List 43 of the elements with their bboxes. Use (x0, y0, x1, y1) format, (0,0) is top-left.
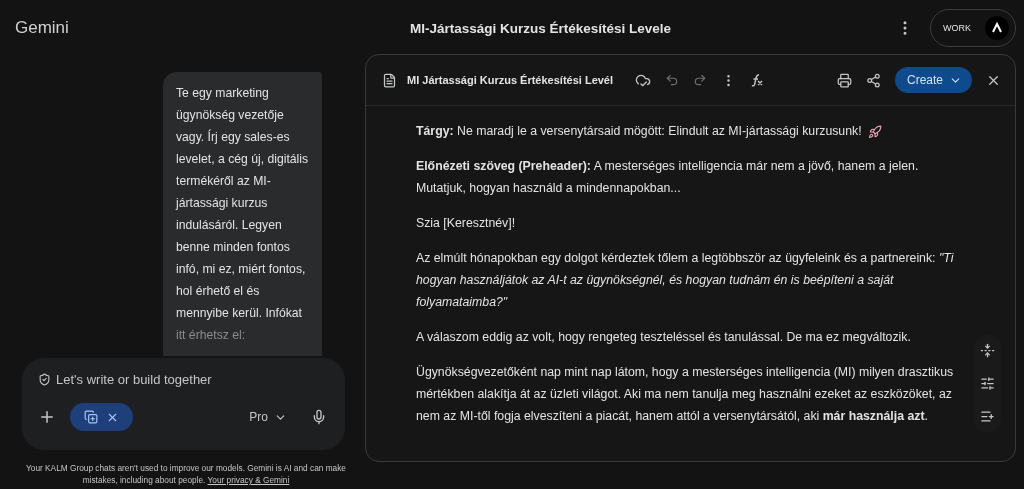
disclaimer-text: Your KALM Group chats aren't used to improve our models. Gemini is AI and can make mistakes, including about people. Your privacy & Gemini (25, 462, 347, 486)
collapse-icon[interactable] (980, 343, 995, 358)
document-paragraph: Ügynökségvezetőként nap mint nap látom, hogy a mesterséges intelligencia (MI) milyen drasztikus mértékben alakítja át az üzleti világot. Aki ma nem tanulja meg használni ezeket az eszközöket, az nem az MI-től fogja elveszíteni a piacát, hanem attól a versenytársától, aki már használja azt. (416, 364, 955, 425)
mode-selector[interactable]: Pro (243, 409, 293, 425)
avatar-icon (985, 16, 1009, 40)
message-line: vagy. Írj egy sales-es (176, 128, 291, 146)
message-line: benne minden fontos (176, 239, 291, 256)
document-icon (382, 72, 397, 88)
document-paragraph: A válaszom eddig az volt, hogy rengeteg teszteléssel és tanulással. De ma ez megváltozik. (416, 329, 912, 346)
redo-icon[interactable] (693, 73, 708, 87)
canvas-icon (84, 410, 98, 424)
add-icon[interactable] (38, 408, 56, 426)
app-name: Gemini (14, 17, 70, 39)
undo-icon[interactable] (665, 73, 680, 87)
function-icon[interactable] (750, 73, 765, 87)
print-icon[interactable] (836, 72, 852, 88)
sliders-icon[interactable] (980, 376, 995, 391)
input-placeholder: Let's write or build together (56, 372, 212, 387)
document-paragraph: Szia [Keresztnév]! (416, 215, 517, 232)
cloud-icon (635, 72, 652, 88)
share-icon[interactable] (865, 72, 881, 88)
rocket-icon (867, 124, 882, 139)
document-paragraph: Tárgy: Ne maradj le a versenytársaid mögött: Elindult az MI-jártassági kurzusunk! (416, 120, 956, 142)
privacy-link[interactable]: Your privacy & Gemini (207, 475, 290, 485)
document-title: MI Jártassági Kurzus Értékesítési Levél (407, 74, 614, 86)
message-line: indulásáról. Legyen (176, 217, 283, 234)
conversation-title: MI-Jártassági Kurzus Értékesítési Levele (410, 20, 673, 36)
message-line: mennyibe kerül. Infókat (176, 305, 303, 322)
message-line: infó, mi ez, miért fontos, (176, 261, 304, 278)
message-line: Te egy marketing (176, 85, 270, 102)
shield-icon (38, 373, 51, 386)
message-line: itt érhetsz el: (176, 327, 247, 344)
message-line: jártassági kurzus (176, 195, 269, 212)
add-note-icon[interactable] (980, 409, 995, 424)
tool-chip[interactable] (70, 403, 133, 431)
message-line: termékéről az MI- (176, 173, 272, 190)
document-paragraph: Előnézeti szöveg (Preheader): A mesterséges intelligencia már nem a jövő, hanem a jelen. Mutatjuk, hogyan használd a mindennapokban... (416, 158, 920, 197)
microphone-icon[interactable] (311, 409, 327, 425)
create-button[interactable]: Create (894, 67, 972, 93)
message-line: hol érhető el és (176, 283, 261, 300)
message-line: ügynökség vezetője (176, 107, 285, 124)
document-paragraph: Az elmúlt hónapokban egy dolgot kérdeztek tőlem a legtöbbször az ügyfeleink és a partnereink: "Ti hogyan használjátok az AI-t az ügynökségnél, és hogyan tudnám én is beépíteni a saját folyamataimba?" (416, 250, 955, 311)
prompt-input[interactable]: Let's write or build together Pro (22, 358, 345, 450)
